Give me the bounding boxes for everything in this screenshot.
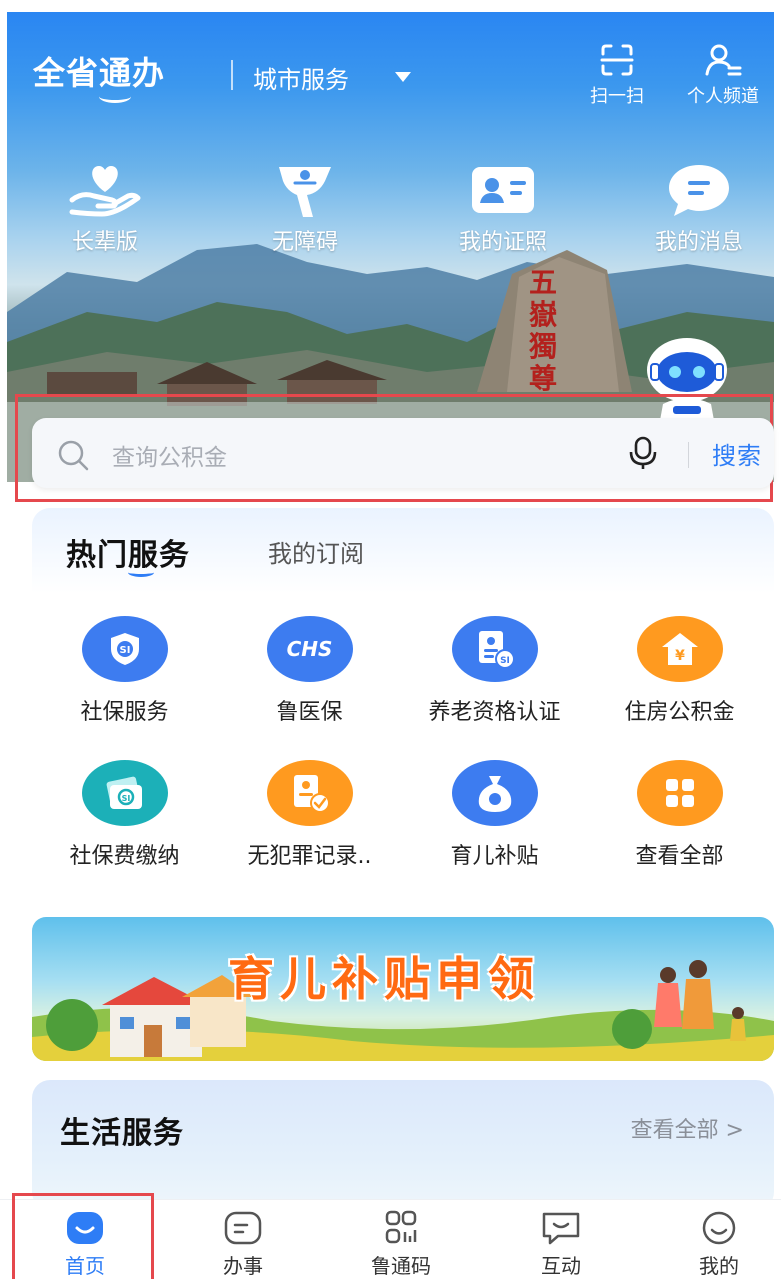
city-services-dropdown[interactable]: 城市服务 [253,60,349,95]
tab-label: 互动 [541,1254,581,1278]
service-housing-fund[interactable]: ¥ 住房公积金 [587,616,772,726]
brand-smile-icon [99,90,131,103]
quick-accessibility[interactable]: 无障碍 [245,160,365,256]
scan-label: 扫一扫 [590,86,644,107]
divider [688,442,689,468]
search-bar[interactable]: 查询公积金 搜索 [32,418,774,488]
childcare-subsidy-banner[interactable]: 育儿补贴申领 [32,917,774,1061]
accessibility-icon [245,160,365,220]
social-security-icon: SI [81,616,168,682]
quick-my-licenses[interactable]: 我的证照 [443,160,563,256]
service-label: 查看全部 [635,844,724,869]
tab-services[interactable]: 办事 [188,1208,298,1279]
tab-label: 鲁通码 [371,1254,431,1278]
quick-action-label: 我的证照 [458,230,547,255]
search-input[interactable]: 查询公积金 [112,438,227,472]
payment-card-icon: SI [81,760,168,826]
tab-my-subscriptions[interactable]: 我的订阅 [268,534,364,569]
divider [231,60,233,90]
svg-text:獨: 獨 [529,330,557,363]
scan-button[interactable]: 扫一扫 [577,42,657,108]
service-label: 住房公积金 [624,700,735,725]
quick-action-label: 我的消息 [654,230,743,255]
svg-text:五: 五 [529,266,557,299]
service-no-criminal-record[interactable]: 无犯罪记录.. [217,760,402,870]
chs-icon: CHS [266,616,353,682]
grid-icon [636,760,723,826]
service-label: 社保服务 [80,700,169,725]
service-label: 无犯罪记录.. [247,844,372,869]
id-card-icon [443,160,563,220]
svg-text:SI: SI [500,656,510,666]
service-childcare-subsidy[interactable]: 育儿补贴 [402,760,587,870]
scan-icon [577,42,657,78]
service-label: 育儿补贴 [450,844,539,869]
quick-my-messages[interactable]: 我的消息 [639,160,759,256]
service-view-all[interactable]: 查看全部 [587,760,772,870]
certificate-icon [266,760,353,826]
personal-channel-button[interactable]: 个人频道 [683,42,763,108]
service-label: 养老资格认证 [428,700,561,725]
microphone-icon[interactable] [628,436,658,474]
tab-interaction[interactable]: 互动 [506,1208,616,1279]
life-services-section: 生活服务 查看全部 > [32,1080,774,1210]
tab-lu-code[interactable]: 鲁通码 [346,1208,456,1279]
heart-hand-icon [45,160,165,220]
message-bubble-icon [639,160,759,220]
quick-action-label: 无障碍 [271,230,338,255]
document-icon [188,1208,298,1248]
service-label: 鲁医保 [276,700,343,725]
service-label: 社保费缴纳 [69,844,180,869]
search-icon [56,438,90,476]
pension-cert-icon: SI [451,616,538,682]
quick-elder-mode[interactable]: 长辈版 [45,160,165,256]
user-switch-icon [683,42,763,78]
app-brand-title: 全省通办 [33,54,166,92]
svg-text:SI: SI [119,645,130,656]
service-social-security[interactable]: SI 社保服务 [32,616,217,726]
search-button[interactable]: 搜索 [712,436,762,471]
hot-services-card: 热门服务 我的订阅 SI 社保服务 CHS 鲁医保 SI 养老资格认证 ¥ 住房… [32,508,774,896]
svg-text:尊: 尊 [529,362,557,395]
top-bar: 全省通办 城市服务 扫一扫 个人频道 [7,12,774,122]
life-services-view-all-link[interactable]: 查看全部 > [631,1112,744,1144]
chat-icon [506,1208,616,1248]
quick-action-label: 长辈版 [71,230,138,255]
service-pension-certification[interactable]: SI 养老资格认证 [402,616,587,726]
svg-text:¥: ¥ [675,648,685,664]
life-services-title: 生活服务 [60,1116,184,1151]
chs-badge-text: CHS [286,637,333,661]
tab-label: 办事 [223,1254,263,1278]
service-social-fee-payment[interactable]: SI 社保费缴纳 [32,760,217,870]
banner-title: 育儿补贴申领 [228,952,540,1006]
smile-face-icon [664,1208,774,1248]
service-lu-medical-insurance[interactable]: CHS 鲁医保 [217,616,402,726]
housing-fund-icon: ¥ [636,616,723,682]
active-tab-indicator [128,568,154,577]
money-bag-icon [451,760,538,826]
tab-label: 我的 [699,1254,739,1278]
personal-channel-label: 个人频道 [687,86,759,107]
svg-text:SI: SI [121,794,130,803]
qr-code-icon [346,1208,456,1248]
caret-down-icon[interactable] [395,72,411,82]
svg-text:嶽: 嶽 [529,298,557,331]
home-tab-highlight-frame [12,1193,154,1279]
tab-me[interactable]: 我的 [664,1208,774,1279]
